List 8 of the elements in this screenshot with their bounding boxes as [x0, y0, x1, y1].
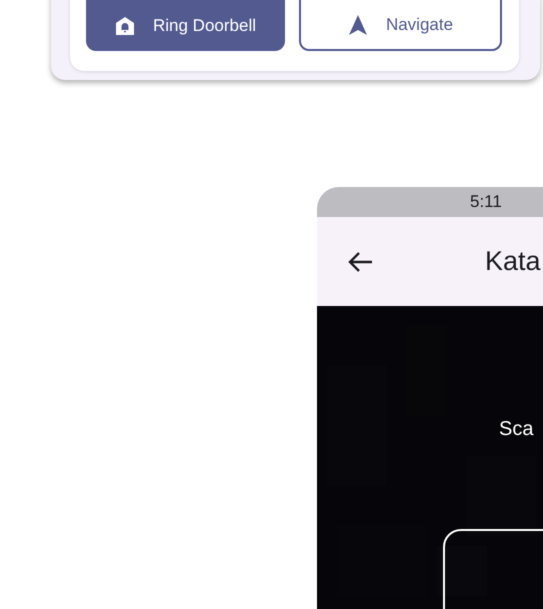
bell-icon [115, 16, 135, 36]
back-arrow-icon[interactable] [347, 250, 373, 272]
scan-instruction: Sca [499, 418, 534, 441]
ring-doorbell-button[interactable]: Ring Doorbell [86, 0, 285, 51]
status-time: 5:11 [470, 192, 502, 212]
navigate-button[interactable]: Navigate [299, 0, 502, 51]
screen-title: Kata [485, 246, 541, 277]
navigation-arrow-icon [348, 14, 368, 36]
